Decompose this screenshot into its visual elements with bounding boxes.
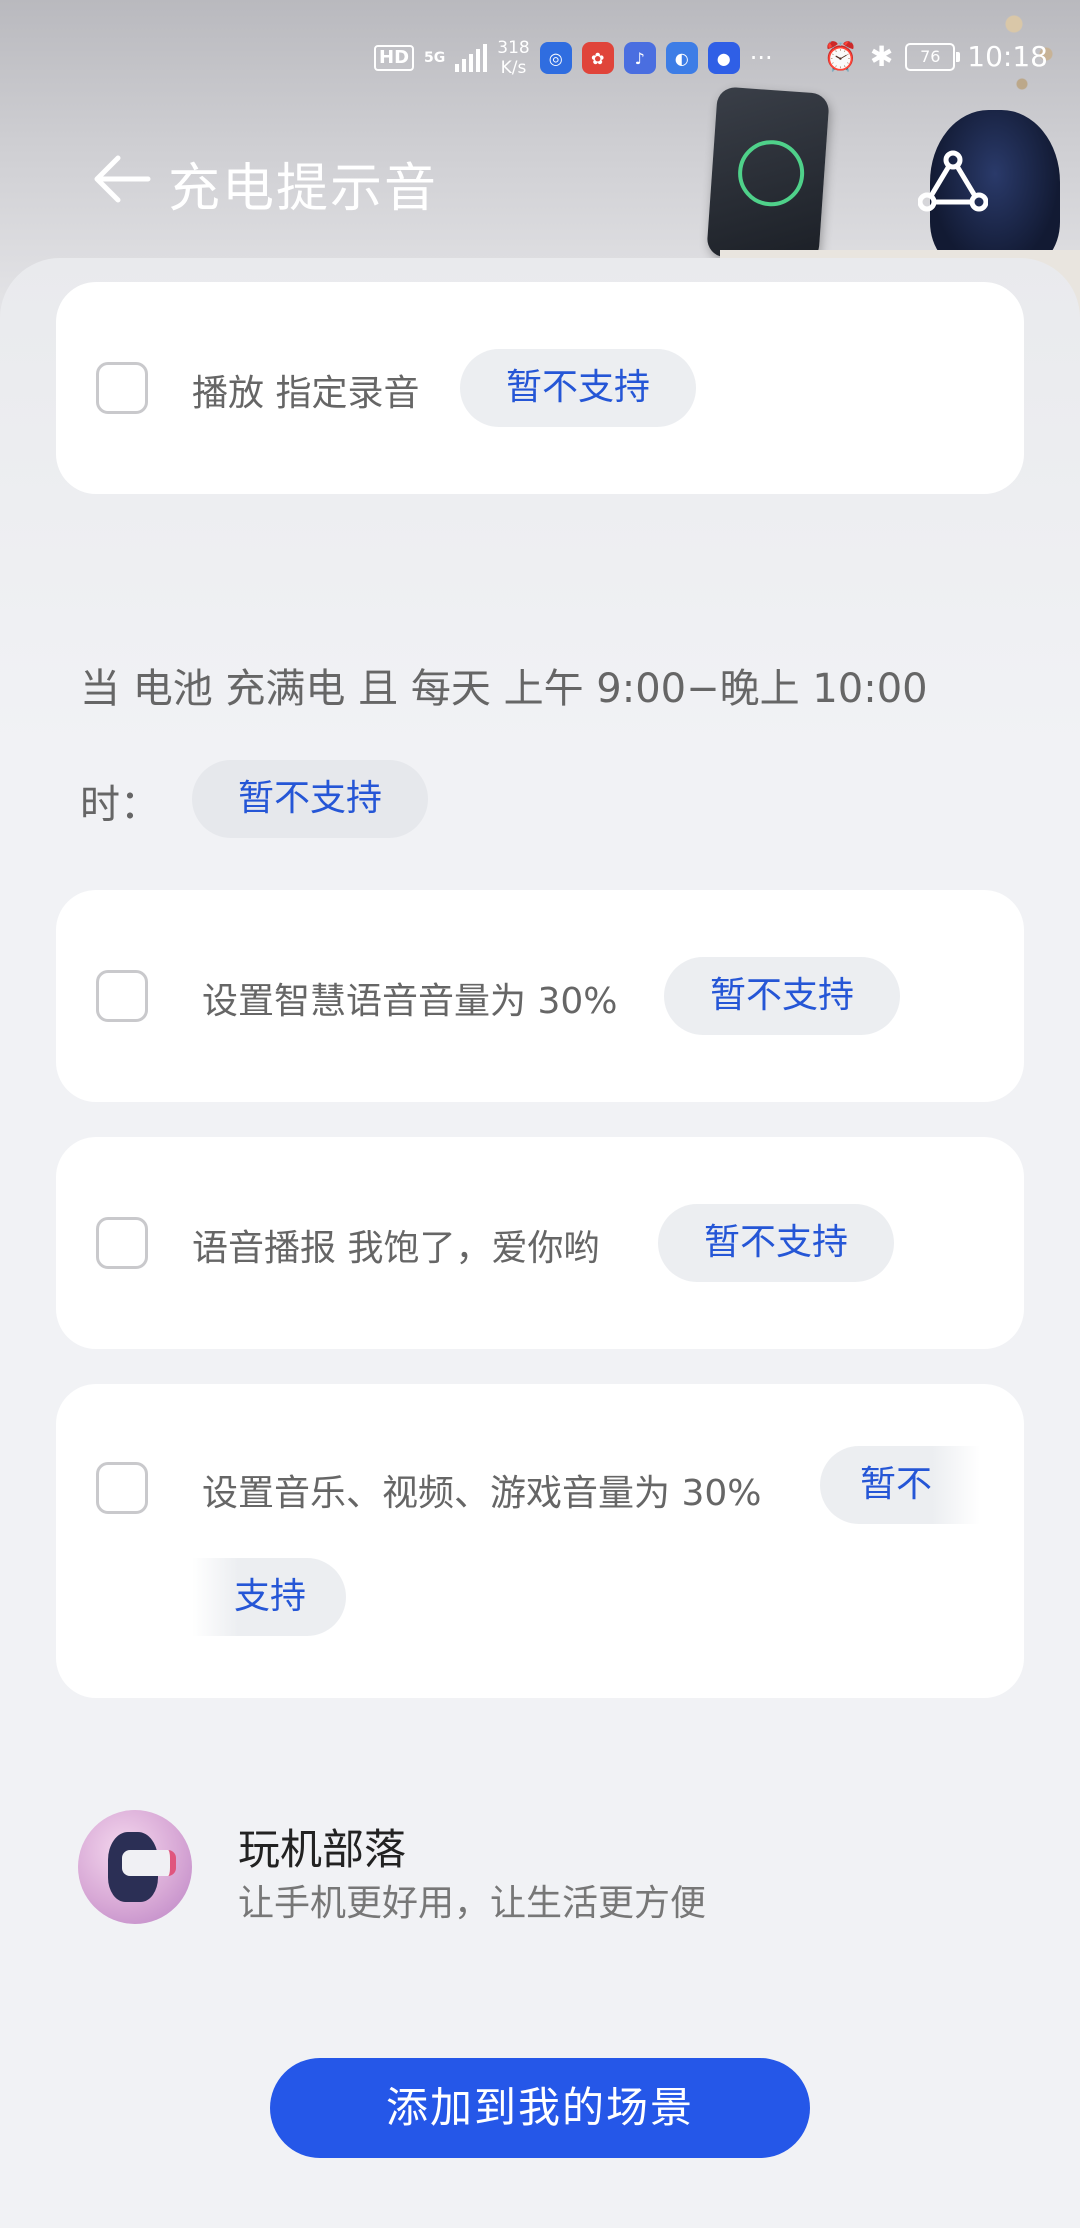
action-card: 设置音乐、视频、游戏音量为 30% 暂不 支持 [56, 1384, 1024, 1698]
action-checkbox[interactable] [96, 362, 148, 414]
unsupported-badge: 暂不支持 [658, 1204, 894, 1282]
decor-phone [706, 86, 830, 264]
add-to-my-scenes-button[interactable]: 添加到我的场景 [270, 2058, 810, 2158]
back-arrow-icon[interactable] [92, 154, 152, 204]
unsupported-badge-continued: 支持 [192, 1558, 346, 1636]
signal-icon [455, 44, 488, 72]
unsupported-badge: 暂不 [820, 1446, 980, 1524]
app-notification-icon: ✿ [581, 42, 614, 74]
action-label: 语音播报 我饱了，爱你哟 [192, 1228, 600, 1269]
action-checkbox[interactable] [96, 970, 148, 1022]
unsupported-badge: 暂不支持 [192, 760, 428, 838]
condition-text-suffix: 时： [80, 782, 160, 828]
action-card: 语音播报 我饱了，爱你哟 暂不支持 [56, 1137, 1024, 1349]
page-title: 充电提示音 [168, 159, 439, 219]
action-label: 设置智慧语音音量为 30% [202, 981, 618, 1022]
bluetooth-icon: ✱ [869, 40, 894, 73]
author-avatar [78, 1810, 192, 1924]
author-name: 玩机部落 [238, 1825, 407, 1874]
more-notifications-icon: ··· [749, 44, 773, 72]
action-checkbox[interactable] [96, 1462, 148, 1514]
unsupported-badge: 暂不支持 [460, 349, 696, 427]
author-info[interactable]: 玩机部落 让手机更好用，让生活更方便 [78, 1810, 818, 1926]
browser-app-icon: ◐ [665, 42, 698, 74]
music-app-icon: ♪ [623, 42, 656, 74]
tips-app-icon: ● [707, 42, 740, 74]
network-speed: 318 K/s [497, 38, 530, 78]
action-card: 设置智慧语音音量为 30% 暂不支持 [56, 890, 1024, 1102]
unsupported-badge: 暂不支持 [664, 957, 900, 1035]
battery-icon: 76 [905, 42, 961, 71]
hd-indicator: HD [374, 45, 415, 71]
alarm-icon: ⏰ [822, 40, 858, 73]
action-label: 播放 指定录音 [192, 373, 420, 414]
action-label: 设置音乐、视频、游戏音量为 30% [202, 1473, 762, 1514]
status-bar: HD 5G 318 K/s ◎ ✿ ♪ ◐ ● ··· ⏰ ✱ 76 10:18 [0, 28, 1080, 92]
clock: 10:18 [967, 40, 1048, 73]
network-type: 5G [424, 50, 446, 66]
action-checkbox[interactable] [96, 1217, 148, 1269]
share-icon[interactable] [918, 150, 988, 212]
author-description: 让手机更好用，让生活更方便 [238, 1883, 707, 1924]
app-notification-icon: ◎ [539, 42, 572, 74]
condition-text: 当 电池 充满电 且 每天 上午 9:00−晚上 10:00 [80, 666, 928, 712]
action-card: 播放 指定录音 暂不支持 [56, 282, 1024, 494]
